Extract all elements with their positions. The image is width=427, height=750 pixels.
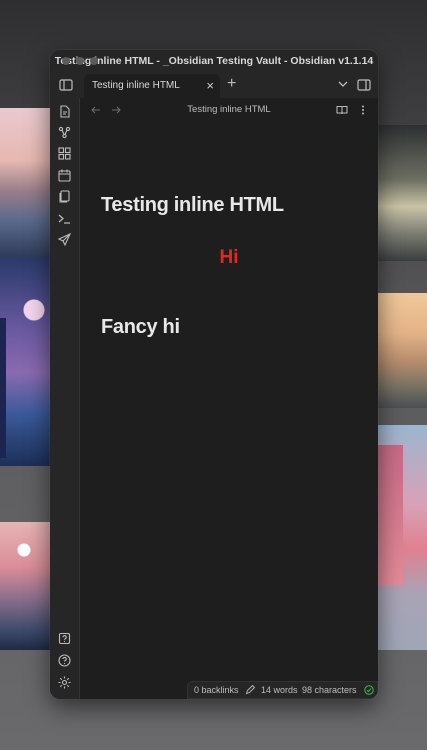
chevron-down-icon[interactable] <box>336 77 350 91</box>
close-tab-icon[interactable]: × <box>206 74 214 98</box>
settings-icon[interactable] <box>57 675 72 690</box>
daily-note-icon[interactable] <box>57 168 72 183</box>
wallpaper-tile <box>0 522 52 650</box>
note-pane: Testing inline HTML Testing inline HTML … <box>80 98 378 699</box>
command-palette-icon[interactable] <box>57 211 72 226</box>
left-ribbon <box>50 98 80 699</box>
window-title: Testing inline HTML - _Obsidian Testing … <box>54 55 374 67</box>
note-subheading: Fancy hi <box>101 316 180 338</box>
new-tab-icon[interactable]: + <box>227 73 236 95</box>
templates-icon[interactable] <box>57 189 72 204</box>
view-header: Testing inline HTML <box>80 98 378 124</box>
open-quick-switcher-icon[interactable] <box>57 104 72 119</box>
obsidian-window: Testing inline HTML - _Obsidian Testing … <box>50 50 378 699</box>
help-vault-icon[interactable] <box>57 631 72 646</box>
wallpaper-tile <box>377 125 427 261</box>
publish-icon[interactable] <box>57 232 72 247</box>
word-count: 14 words <box>261 685 298 695</box>
more-options-icon[interactable] <box>357 104 369 116</box>
wallpaper-tile <box>377 425 427 650</box>
status-bar: 0 backlinks 14 words 98 characters <box>187 681 378 699</box>
tab-testing-inline-html[interactable]: Testing inline HTML × <box>84 74 220 98</box>
wallpaper-tile <box>0 258 52 466</box>
zoom-window-button[interactable] <box>90 57 98 65</box>
help-icon[interactable] <box>57 653 72 668</box>
tab-label: Testing inline HTML <box>92 80 180 91</box>
graph-view-icon[interactable] <box>57 125 72 140</box>
right-sidebar-toggle-icon[interactable] <box>356 77 372 93</box>
backlinks-count[interactable]: 0 backlinks <box>194 682 239 698</box>
minimize-window-button[interactable] <box>76 57 84 65</box>
reading-view-icon[interactable] <box>336 104 348 116</box>
close-window-button[interactable] <box>62 57 70 65</box>
wallpaper-tile <box>0 108 52 258</box>
canvas-icon[interactable] <box>57 146 72 161</box>
tab-bar: Testing inline HTML × + <box>50 72 378 98</box>
window-titlebar[interactable]: Testing inline HTML - _Obsidian Testing … <box>50 50 378 72</box>
sync-status-icon[interactable] <box>364 685 374 695</box>
edit-mode-icon[interactable] <box>245 685 255 695</box>
wallpaper-tile <box>377 293 427 408</box>
centered-red-text: Hi <box>219 247 239 268</box>
note-heading: Testing inline HTML <box>101 194 284 216</box>
left-sidebar-toggle-icon[interactable] <box>58 77 74 93</box>
view-header-title[interactable]: Testing inline HTML <box>80 98 378 122</box>
character-count: 98 characters <box>302 685 357 695</box>
